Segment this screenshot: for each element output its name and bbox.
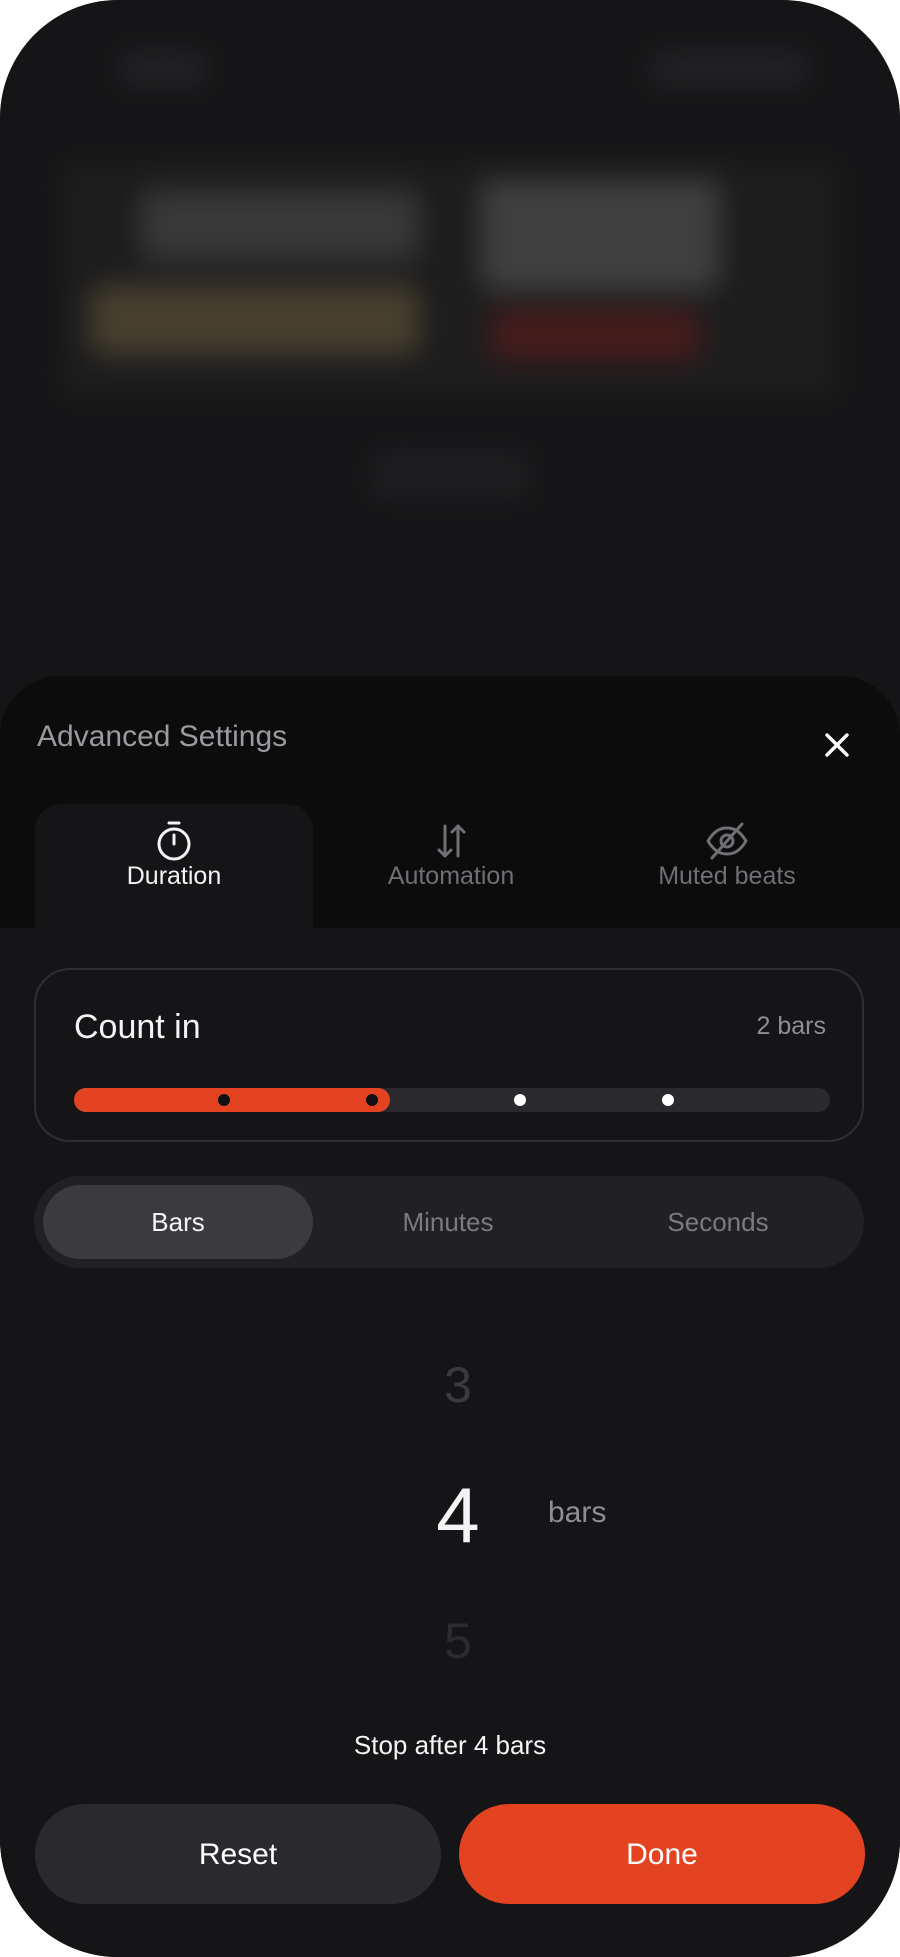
sheet-title: Advanced Settings [37, 720, 288, 753]
eye-off-icon [706, 822, 748, 860]
count-in-step-dot[interactable] [514, 1094, 526, 1106]
picker-unit-label: bars [548, 1496, 607, 1529]
close-button[interactable] [812, 720, 862, 770]
advanced-settings-sheet: Advanced Settings Duration Automation Mu… [0, 676, 900, 1957]
close-icon [825, 733, 849, 757]
picker-current-value[interactable]: 4 [398, 1470, 518, 1561]
stop-summary: Stop after 4 bars [353, 1730, 547, 1760]
swap-vertical-icon [437, 824, 466, 858]
count-in-step-dot[interactable] [662, 1094, 674, 1106]
count-in-card: Count in 2 bars [34, 968, 864, 1142]
count-in-slider[interactable] [74, 1088, 830, 1112]
tab-duration-label: Duration [126, 862, 222, 890]
unit-option-seconds[interactable]: Seconds [583, 1185, 853, 1259]
unit-option-bars[interactable]: Bars [43, 1185, 313, 1259]
count-in-slider-fill [74, 1088, 390, 1112]
unit-segmented-control: Bars Minutes Seconds [34, 1176, 864, 1268]
reset-button[interactable]: Reset [35, 1804, 441, 1904]
tab-muted-beats[interactable]: Muted beats [588, 804, 866, 928]
count-in-step-dot[interactable] [218, 1094, 230, 1106]
phone-screen: Advanced Settings Duration Automation Mu… [0, 0, 900, 1957]
tab-duration[interactable]: Duration [35, 804, 313, 928]
count-in-step-dot[interactable] [366, 1094, 378, 1106]
count-in-label: Count in [74, 1008, 201, 1046]
picker-next-value[interactable]: 5 [398, 1612, 518, 1670]
tab-automation-label: Automation [387, 862, 515, 890]
count-in-value: 2 bars [756, 1012, 826, 1040]
done-button[interactable]: Done [459, 1804, 865, 1904]
tab-muted-beats-label: Muted beats [658, 862, 796, 890]
stopwatch-icon [157, 821, 191, 861]
tab-automation[interactable]: Automation [312, 804, 590, 928]
unit-option-minutes[interactable]: Minutes [313, 1185, 583, 1259]
picker-previous-value[interactable]: 3 [398, 1356, 518, 1414]
